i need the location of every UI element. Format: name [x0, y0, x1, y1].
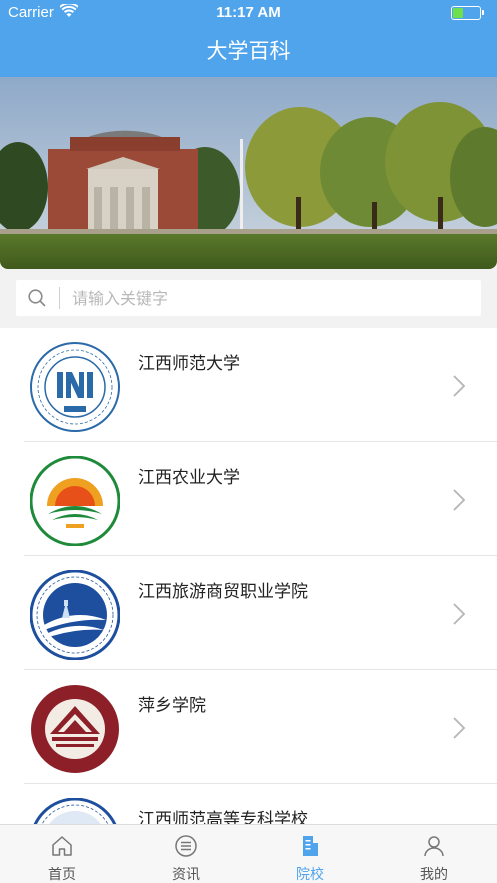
list-item[interactable]: 萍乡学院: [0, 670, 497, 784]
chevron-right-icon: [453, 603, 466, 625]
school-name: 江西师范高等专科学校: [138, 810, 308, 824]
list-item[interactable]: 江西师范高等专科学校: [0, 784, 497, 824]
jxnu-logo-icon: [30, 342, 120, 432]
campus-banner-image[interactable]: [0, 77, 497, 269]
tab-profile[interactable]: 我的: [372, 825, 496, 883]
home-icon: [52, 836, 72, 856]
jxsz-logo-icon: [33, 798, 117, 824]
tab-news[interactable]: 资讯: [124, 825, 248, 883]
tab-bar: 首页 资讯 院校 我的: [0, 824, 497, 883]
school-icon: [303, 836, 318, 856]
chevron-right-icon: [453, 489, 466, 511]
school-list: 江西师范大学 江西农业大学 江西旅游商贸职业学院 萍乡学院 江西师范高等专科学校: [0, 328, 497, 824]
tab-label: 资讯: [172, 867, 200, 883]
battery-icon: [451, 6, 484, 20]
school-name: 江西农业大学: [138, 468, 240, 488]
list-item[interactable]: 江西旅游商贸职业学院: [0, 556, 497, 670]
list-item[interactable]: 江西农业大学: [0, 442, 497, 556]
chevron-right-icon: [453, 717, 466, 739]
jxtb-logo-icon: [30, 570, 120, 660]
search-divider: [59, 287, 60, 309]
tab-home[interactable]: 首页: [0, 825, 124, 883]
tab-label: 首页: [48, 867, 76, 883]
jxau-logo-icon: [30, 456, 120, 546]
tab-label: 院校: [296, 867, 324, 883]
chevron-right-icon: [453, 375, 466, 397]
search-icon: [28, 289, 46, 307]
clock: 11:17 AM: [216, 4, 281, 21]
search-input[interactable]: [72, 280, 472, 316]
tab-schools[interactable]: 院校: [248, 825, 372, 883]
tab-label: 我的: [420, 867, 448, 883]
school-name: 江西旅游商贸职业学院: [138, 582, 308, 602]
news-icon: [175, 835, 197, 857]
nav-bar: 大学百科: [0, 25, 497, 77]
search-bar[interactable]: [16, 280, 481, 316]
school-name: 萍乡学院: [138, 696, 206, 716]
list-item[interactable]: 江西师范大学: [0, 328, 497, 442]
status-bar: Carrier 11:17 AM: [0, 0, 497, 25]
search-area: [0, 269, 497, 328]
pxu-logo-icon: [31, 685, 119, 773]
page-title: 大学百科: [206, 39, 291, 63]
profile-icon: [424, 836, 444, 857]
school-name: 江西师范大学: [138, 354, 240, 374]
